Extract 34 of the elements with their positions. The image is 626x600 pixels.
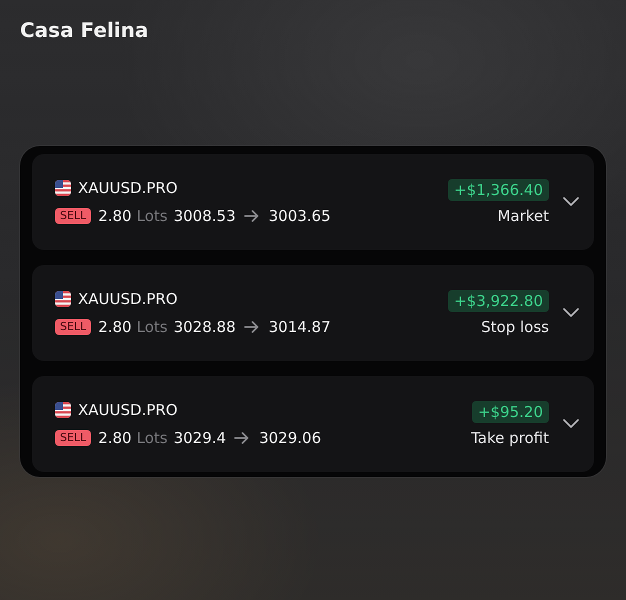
open-price: 3008.53 <box>174 207 236 225</box>
symbol-label: XAUUSD.PRO <box>78 179 178 197</box>
close-price: 3029.06 <box>259 429 322 447</box>
close-price: 3014.87 <box>268 318 331 336</box>
symbol-label: XAUUSD.PRO <box>78 290 178 308</box>
chevron-icon[interactable] <box>563 308 579 316</box>
volume-value: 2.80 <box>98 318 132 336</box>
open-price: 3028.88 <box>174 318 236 336</box>
profit-badge: +$3,922.80 <box>448 290 549 312</box>
flag-icon <box>55 291 71 307</box>
arrow-icon <box>244 210 259 222</box>
chevron-icon[interactable] <box>563 196 579 206</box>
profit-badge: +$1,366.40 <box>448 179 549 201</box>
side-badge: SELL <box>55 319 92 335</box>
close-price: 3003.65 <box>268 207 331 225</box>
volume-unit: Lots <box>136 318 168 336</box>
chevron-icon[interactable] <box>563 418 579 428</box>
close-reason: Stop loss <box>481 318 549 336</box>
side-badge: SELL <box>55 430 92 446</box>
arrow-icon <box>244 321 259 333</box>
volume-unit: Lots <box>136 207 168 225</box>
app-title: Casa Felina <box>20 17 148 43</box>
side-badge: SELL <box>55 208 92 224</box>
flag-icon <box>55 402 71 418</box>
close-reason: Take profit <box>471 429 549 447</box>
profit-badge: +$95.20 <box>472 401 549 423</box>
open-price: 3029.4 <box>174 429 226 447</box>
close-reason: Market <box>497 207 549 225</box>
volume-unit: Lots <box>136 429 168 447</box>
symbol-label: XAUUSD.PRO <box>78 401 178 419</box>
volume-value: 2.80 <box>98 207 132 225</box>
volume-value: 2.80 <box>98 429 132 447</box>
arrow-icon <box>234 432 250 444</box>
flag-icon <box>55 180 71 196</box>
